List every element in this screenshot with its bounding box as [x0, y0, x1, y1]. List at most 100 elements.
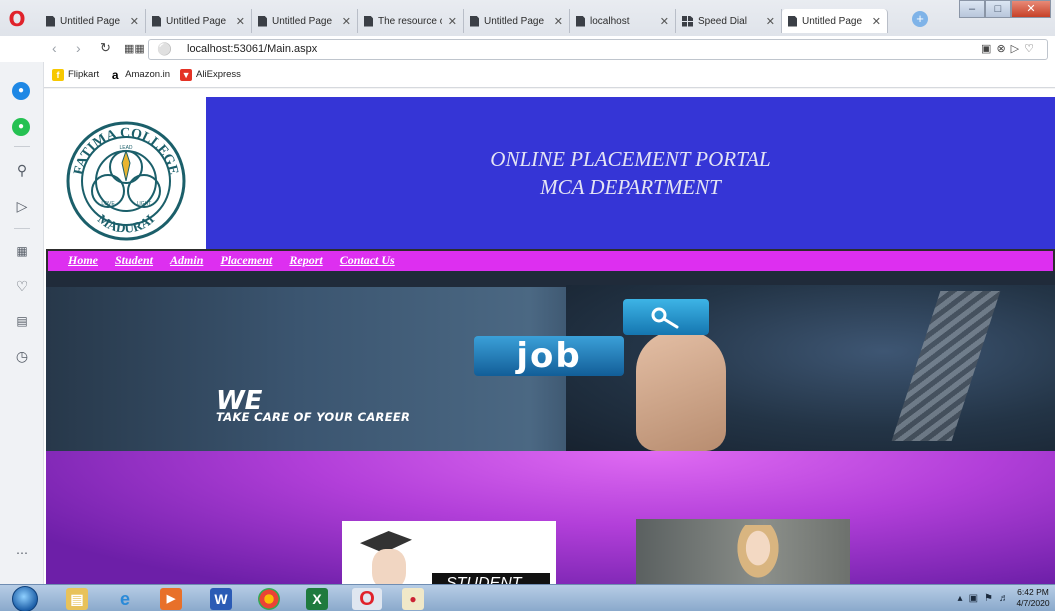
address-row: ‹ › ↻ ▦▦ ⚪ localhost:53061/Main.aspx ▣⊗▷… [0, 36, 1055, 62]
action-center-icon[interactable]: ⚑ [984, 593, 999, 604]
student-card[interactable]: STUDENT [342, 521, 556, 584]
amazon-icon: a [111, 67, 119, 82]
close-tab-icon[interactable]: ✕ [872, 15, 881, 28]
messenger-icon[interactable]: ● [12, 82, 30, 100]
menu-link-placement[interactable]: Placement [220, 251, 272, 271]
aliexpress-icon: ▼ [180, 68, 193, 81]
student-avatar [372, 549, 406, 584]
menu-link-report[interactable]: Report [289, 251, 322, 271]
tab[interactable]: Speed Dial ✕ [676, 9, 782, 33]
tab-title: Untitled Page [272, 15, 333, 27]
magnifier-icon [623, 299, 709, 335]
tray-expand-icon[interactable]: ▴ [958, 593, 969, 604]
adblock-icon[interactable]: ⊗ [996, 43, 1010, 55]
tab-title: Untitled Page [484, 15, 545, 27]
network-icon[interactable]: ▣ [969, 593, 984, 604]
send-icon[interactable]: ▷ [1011, 43, 1024, 55]
flipkart-icon: f [52, 68, 64, 81]
page-icon [152, 15, 161, 27]
excel-icon[interactable]: X [306, 588, 328, 610]
speed-dial-icon [682, 15, 693, 27]
more-icon[interactable]: ⋯ [0, 546, 44, 560]
heart-icon[interactable]: ♡ [0, 278, 44, 295]
system-tray: ▴▣⚑♬ [958, 593, 1015, 604]
maximize-icon[interactable]: □ [985, 0, 1011, 18]
forward-icon[interactable]: › [76, 40, 81, 56]
screen: O Untitled Page ✕ Untitled Page ✕ Untitled P… [0, 0, 1055, 611]
word-icon[interactable]: W [210, 588, 232, 610]
menu-link-student[interactable]: Student [115, 251, 153, 271]
banner-subtitle: MCA DEPARTMENT [540, 175, 721, 199]
new-tab-icon[interactable]: + [912, 11, 928, 27]
close-window-icon[interactable]: ✕ [1011, 0, 1051, 18]
opera-icon[interactable]: O [352, 588, 382, 610]
tab[interactable]: Untitled Page ✕ [252, 9, 358, 33]
ie-icon[interactable]: e [114, 588, 136, 610]
menu-link-admin[interactable]: Admin [170, 251, 203, 271]
close-tab-icon[interactable]: ✕ [236, 15, 245, 28]
address-input[interactable]: localhost:53061/Main.aspx [187, 43, 317, 55]
close-tab-icon[interactable]: ✕ [342, 15, 351, 28]
sidebar-divider [14, 228, 30, 229]
bookmark-item[interactable]: ▼ AliExpress [180, 68, 241, 81]
college-seal-icon: FATIMA COLLEGE MADURAI LEAD LOVE LIGHT [66, 121, 186, 241]
search-icon[interactable]: ⚲ [0, 162, 44, 179]
tab[interactable]: Untitled Page ✕ [782, 9, 888, 33]
student-card-label: STUDENT [432, 573, 550, 584]
banner-title: ONLINE PLACEMENT PORTAL [490, 147, 771, 171]
close-tab-icon[interactable]: ✕ [130, 15, 139, 28]
minimize-icon[interactable]: – [959, 0, 985, 18]
volume-icon[interactable]: ♬ [999, 593, 1015, 604]
send-icon[interactable]: ▷ [0, 198, 44, 215]
tab[interactable]: The resource ca ✕ [358, 9, 464, 33]
clock[interactable]: 6:42 PM 4/7/2020 [1015, 587, 1051, 609]
tab[interactable]: Untitled Page ✕ [146, 9, 252, 33]
snapshot-icon[interactable]: ▣ [981, 43, 996, 55]
tab-list: Untitled Page ✕ Untitled Page ✕ Untitled Pag… [40, 9, 888, 33]
sidebar: ● ● ⚲ ▷ ▦ ♡ ▤ ◷ ⋯ [0, 62, 44, 584]
opera-menu-icon[interactable]: O [6, 8, 28, 30]
reload-icon[interactable]: ↻ [100, 40, 111, 56]
tab[interactable]: Untitled Page ✕ [464, 9, 570, 33]
heart-icon[interactable]: ♡ [1024, 43, 1039, 55]
page-icon [470, 15, 479, 27]
tab[interactable]: localhost ✕ [570, 9, 676, 33]
window-controls: – □ ✕ [959, 0, 1051, 20]
close-tab-icon[interactable]: ✕ [448, 15, 457, 28]
news-icon[interactable]: ▤ [0, 314, 44, 328]
start-button[interactable] [12, 586, 38, 611]
paint-icon[interactable]: ● [402, 588, 424, 610]
whatsapp-icon[interactable]: ● [12, 118, 30, 136]
placement-card[interactable] [636, 519, 850, 584]
menu-link-home[interactable]: Home [68, 251, 98, 271]
tab-strip: O Untitled Page ✕ Untitled Page ✕ Untitled P… [0, 0, 1055, 36]
explorer-icon[interactable]: ▤ [66, 588, 88, 610]
hero-tagline: TAKE CARE OF YOUR CAREER [216, 410, 411, 424]
main-menu: Home Student Admin Placement Report Contact U… [46, 249, 1055, 271]
address-bar[interactable]: ⚪ localhost:53061/Main.aspx ▣⊗▷♡ [148, 39, 1048, 60]
sidebar-divider [14, 146, 30, 147]
back-icon[interactable]: ‹ [52, 40, 57, 56]
close-tab-icon[interactable]: ✕ [766, 15, 775, 28]
hero-banner: job WE TAKE CARE OF YOUR CAREER [46, 271, 1055, 451]
page-icon [788, 15, 797, 27]
chrome-icon[interactable] [258, 588, 280, 610]
bookmark-item[interactable]: a Amazon.in [109, 69, 170, 81]
history-icon[interactable]: ◷ [0, 348, 44, 365]
tab[interactable]: Untitled Page ✕ [40, 9, 146, 33]
media-player-icon[interactable]: ▶ [160, 588, 182, 610]
speed-dial-grid-icon[interactable]: ▦▦ [124, 42, 145, 55]
bookmark-item[interactable]: f Flipkart [52, 68, 100, 81]
menu-link-contact-us[interactable]: Contact Us [340, 251, 395, 271]
speed-dial-icon[interactable]: ▦ [0, 244, 44, 258]
close-tab-icon[interactable]: ✕ [660, 15, 669, 28]
bookmark-label: Flipkart [68, 69, 100, 80]
page-icon [576, 15, 585, 27]
address-tools: ▣⊗▷♡ [981, 42, 1039, 55]
person-photo [728, 525, 788, 584]
tab-title: localhost [590, 15, 630, 27]
hero-hand-image [636, 331, 726, 451]
close-tab-icon[interactable]: ✕ [554, 15, 563, 28]
page-icon [364, 15, 373, 27]
tab-title: The resource ca [378, 15, 442, 27]
